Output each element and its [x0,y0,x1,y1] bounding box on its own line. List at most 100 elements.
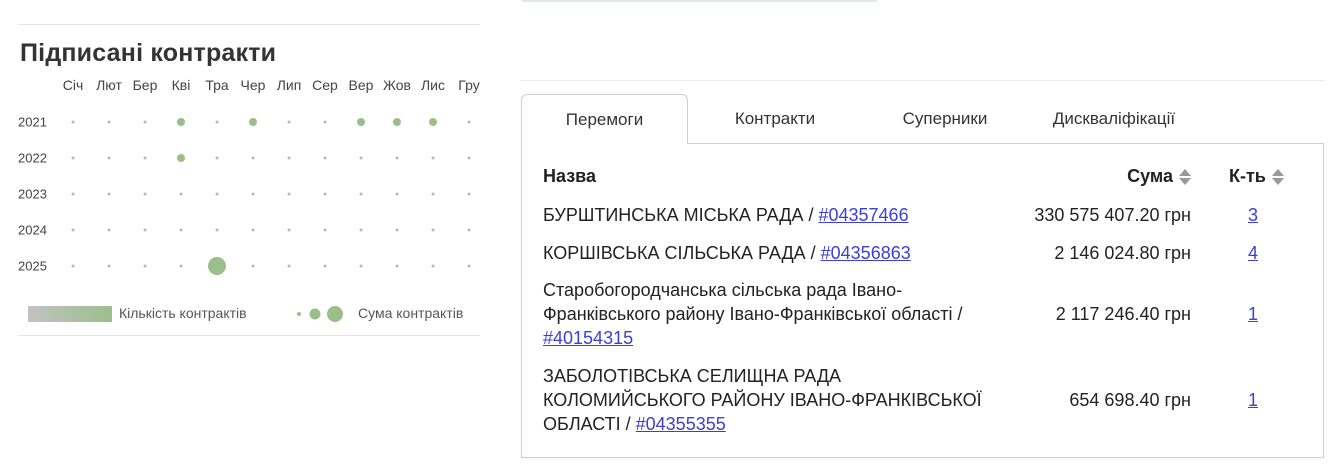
row-name-text: КОРШІВСЬКА СІЛЬСЬКА РАДА / [543,243,821,263]
section-divider [520,80,1325,81]
empty-dot [287,228,291,232]
empty-dot [323,264,327,268]
row-name: Старобогородчанська сільська рада Івано-… [543,278,983,350]
header-name-label: Назва [543,166,597,186]
signed-contracts-panel: Підписані контракти Січ Лют Бер Кві Тра Чер Ли… [18,24,480,336]
empty-dot [71,264,75,268]
empty-dot [107,192,111,196]
row-name: БУРШТИНСЬКА МІСЬКА РАДА / #04357466 [543,203,983,227]
empty-dot [251,228,255,232]
row-count: 4 [1237,241,1269,265]
empty-dot [467,192,471,196]
contract-dot[interactable] [208,257,226,275]
month-label: Кві [171,77,191,93]
row-count: 1 [1237,388,1269,412]
row-sum: 2 117 246.40 грн [1055,304,1191,324]
row-count-link[interactable]: 1 [1248,390,1258,410]
empty-dot [323,192,327,196]
month-label: Січ [62,77,84,93]
empty-dot [431,192,435,196]
empty-dot [395,264,399,268]
count-gradient-swatch [28,306,112,322]
empty-dot [395,192,399,196]
wins-table: Назва Сума К-ть БУРШТИНСЬКА МІСЬКА РАДА … [521,143,1324,458]
table-row: ЗАБОЛОТІВСЬКА СЕЛИЩНА РАДА КОЛОМИЙСЬКОГО… [522,364,1323,436]
row-count-link[interactable]: 4 [1248,243,1258,263]
table-row: Старобогородчанська сільська рада Івано-… [522,278,1323,350]
empty-dot [143,228,147,232]
contract-dot[interactable] [393,118,401,126]
sort-sum-icon[interactable] [1179,168,1191,186]
row-count-link[interactable]: 3 [1248,205,1258,225]
empty-dot [215,228,219,232]
row-code-link[interactable]: #04357466 [818,205,908,225]
empty-dot [179,228,183,232]
tab-disqualifications[interactable]: Дискваліфікації [1030,94,1198,144]
month-label: Лют [96,77,122,93]
row-name: ЗАБОЛОТІВСЬКА СЕЛИЩНА РАДА КОЛОМИЙСЬКОГО… [543,364,983,436]
header-count[interactable]: К-ть [1229,166,1284,187]
empty-dot [107,120,111,124]
row-code-link[interactable]: #04355355 [636,414,726,434]
empty-dot [287,120,291,124]
panel-title: Підписані контракти [20,39,277,67]
month-label: Жов [383,77,411,93]
header-count-label: К-ть [1229,166,1266,186]
empty-dot [395,156,399,160]
empty-dot [323,228,327,232]
empty-dot [467,120,471,124]
empty-dot [143,192,147,196]
top-divider [522,0,877,2]
empty-dot [215,120,219,124]
year-label: 2025 [18,258,47,274]
contract-dot[interactable] [177,118,185,126]
empty-dot [143,156,147,160]
header-sum[interactable]: Сума [1127,166,1191,187]
empty-dot [467,156,471,160]
empty-dot [251,156,255,160]
month-label: Лис [420,77,446,93]
table-row: КОРШІВСЬКА СІЛЬСЬКА РАДА / #04356863 2 1… [522,241,1323,265]
empty-dot [71,228,75,232]
empty-dot [395,228,399,232]
empty-dot [431,264,435,268]
year-label: 2023 [18,186,47,202]
row-name-text: ЗАБОЛОТІВСЬКА СЕЛИЩНА РАДА КОЛОМИЙСЬКОГО… [543,366,982,434]
month-label: Гру [458,77,480,93]
legend-dot-medium [309,308,321,320]
year-label: 2021 [18,114,47,130]
legend-sum-label: Сума контрактів [358,305,464,321]
empty-dot [215,192,219,196]
tab-competitors[interactable]: Суперники [860,94,1030,144]
empty-dot [107,156,111,160]
contract-dot[interactable] [177,154,185,162]
empty-dot [323,156,327,160]
empty-dot [215,156,219,160]
row-name: КОРШІВСЬКА СІЛЬСЬКА РАДА / #04356863 [543,241,983,265]
legend-dot-small [297,312,301,316]
empty-dot [467,228,471,232]
empty-dot [287,192,291,196]
tab-contracts[interactable]: Контракти [690,94,860,144]
row-name-text: БУРШТИНСЬКА МІСЬКА РАДА / [543,205,819,225]
legend-dot-large [327,306,343,322]
row-count-link[interactable]: 1 [1248,304,1258,324]
row-code-link[interactable]: #40154315 [543,328,633,348]
row-code-link[interactable]: #04356863 [821,243,911,263]
empty-dot [431,228,435,232]
contract-dot[interactable] [249,118,257,126]
month-label: Вер [348,77,374,93]
month-label: Лип [276,77,302,93]
month-label: Сер [312,77,338,93]
sort-count-icon[interactable] [1271,168,1284,186]
contract-dot[interactable] [357,118,365,126]
row-count: 3 [1237,203,1269,227]
contract-dot[interactable] [429,118,437,126]
empty-dot [359,228,363,232]
empty-dot [179,192,183,196]
empty-dot [359,264,363,268]
tab-wins[interactable]: Перемоги [521,94,688,144]
legend: Кількість контрактів Сума контрактів [28,304,480,326]
empty-dot [107,264,111,268]
empty-dot [251,192,255,196]
